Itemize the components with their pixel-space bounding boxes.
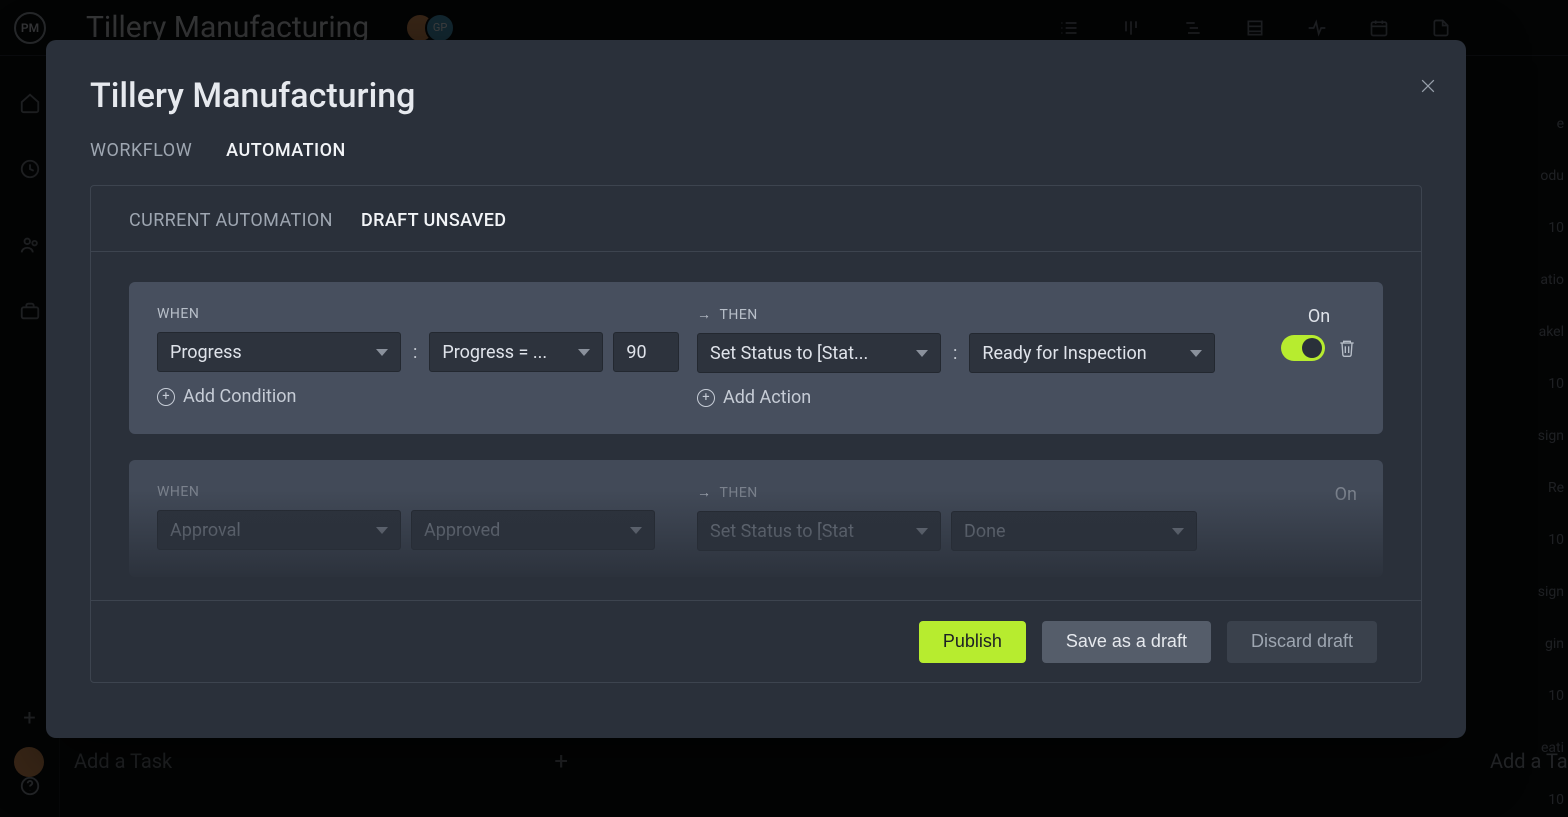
when-trigger-select[interactable]: Progress	[157, 332, 401, 372]
then-label: → THEN	[697, 306, 1217, 323]
toggle-label: On	[1308, 306, 1330, 327]
add-action-button[interactable]: + Add Action	[697, 387, 1217, 408]
discard-draft-button[interactable]: Discard draft	[1227, 621, 1377, 663]
close-button[interactable]	[1418, 76, 1438, 96]
publish-button[interactable]: Publish	[919, 621, 1026, 663]
then-value-select[interactable]: Ready for Inspection	[969, 333, 1215, 373]
separator: :	[951, 343, 959, 364]
delete-rule-button[interactable]	[1337, 337, 1357, 359]
select-value: Progress	[170, 342, 242, 363]
separator: :	[411, 342, 419, 363]
plus-circle-icon: +	[157, 388, 175, 406]
automation-rule: WHEN Progress : Progress = ... 90	[129, 282, 1383, 434]
chevron-down-icon	[1190, 350, 1202, 357]
scroll-fade	[91, 490, 1421, 600]
arrow-right-icon: →	[697, 306, 712, 323]
chevron-down-icon	[578, 349, 590, 356]
tab-workflow[interactable]: WORKFLOW	[90, 140, 192, 161]
then-column: → THEN Set Status to [Stat... : Ready fo…	[697, 306, 1217, 408]
add-condition-button[interactable]: + Add Condition	[157, 386, 697, 407]
when-column: WHEN Progress : Progress = ... 90	[157, 306, 697, 407]
select-value: Progress = ...	[442, 342, 547, 363]
chevron-down-icon	[916, 350, 928, 357]
then-action-select[interactable]: Set Status to [Stat...	[697, 333, 941, 373]
subtab-current[interactable]: CURRENT AUTOMATION	[129, 210, 333, 231]
when-condition-select[interactable]: Progress = ...	[429, 332, 603, 372]
tab-automation[interactable]: AUTOMATION	[226, 140, 346, 161]
automation-modal: Tillery Manufacturing WORKFLOW AUTOMATIO…	[46, 40, 1466, 738]
modal-footer: Publish Save as a draft Discard draft	[91, 600, 1421, 682]
add-condition-label: Add Condition	[183, 386, 296, 407]
subtab-draft[interactable]: DRAFT UNSAVED	[361, 210, 507, 231]
chevron-down-icon	[376, 349, 388, 356]
modal-tabs: WORKFLOW AUTOMATION	[90, 140, 1422, 161]
when-label: WHEN	[157, 306, 697, 322]
select-value: Set Status to [Stat...	[710, 343, 868, 364]
save-draft-button[interactable]: Save as a draft	[1042, 621, 1211, 663]
select-value: Ready for Inspection	[982, 343, 1146, 364]
automation-panel: CURRENT AUTOMATION DRAFT UNSAVED WHEN Pr…	[90, 185, 1422, 683]
rule-toggle-column: On	[1281, 306, 1357, 361]
add-action-label: Add Action	[723, 387, 811, 408]
rule-enabled-toggle[interactable]	[1281, 335, 1325, 361]
modal-title: Tillery Manufacturing	[90, 76, 1422, 116]
when-value-input[interactable]: 90	[613, 332, 679, 372]
automation-subtabs: CURRENT AUTOMATION DRAFT UNSAVED	[91, 186, 1421, 252]
plus-circle-icon: +	[697, 389, 715, 407]
